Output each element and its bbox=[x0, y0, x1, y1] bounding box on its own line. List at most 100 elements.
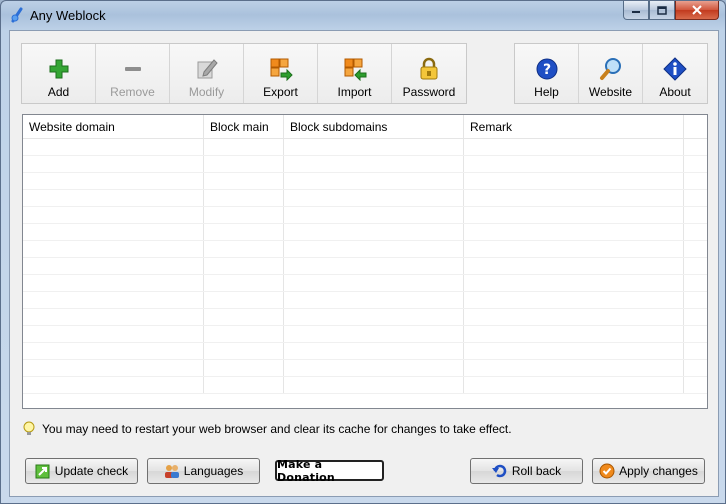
table-cell bbox=[23, 309, 204, 325]
apply-changes-button[interactable]: Apply changes bbox=[592, 458, 705, 484]
title-bar[interactable]: Any Weblock bbox=[1, 1, 725, 29]
toolbar-help: ? Help Website About bbox=[514, 43, 708, 104]
close-icon bbox=[692, 5, 702, 15]
column-website-domain[interactable]: Website domain bbox=[23, 115, 204, 138]
remove-button[interactable]: Remove bbox=[96, 44, 170, 103]
table-cell bbox=[284, 343, 464, 359]
table-row bbox=[23, 360, 707, 377]
table-row bbox=[23, 258, 707, 275]
table-cell bbox=[284, 258, 464, 274]
table-cell bbox=[464, 224, 684, 240]
table-cell bbox=[684, 292, 707, 308]
table-cell bbox=[684, 258, 707, 274]
table-cell bbox=[464, 173, 684, 189]
roll-back-label: Roll back bbox=[511, 464, 562, 478]
languages-button[interactable]: Languages bbox=[147, 458, 260, 484]
table-cell bbox=[464, 207, 684, 223]
toolbar-main: Add Remove Modify Export Import Password bbox=[21, 43, 467, 104]
table-cell bbox=[284, 241, 464, 257]
table-cell bbox=[204, 343, 284, 359]
restart-notice: You may need to restart your web browser… bbox=[22, 421, 512, 437]
table-cell bbox=[204, 241, 284, 257]
about-button[interactable]: About bbox=[643, 44, 707, 103]
website-button[interactable]: Website bbox=[579, 44, 643, 103]
maximize-button[interactable] bbox=[649, 1, 675, 20]
table-cell bbox=[23, 377, 204, 393]
table-cell bbox=[464, 343, 684, 359]
column-block-main[interactable]: Block main bbox=[204, 115, 284, 138]
table-cell bbox=[464, 156, 684, 172]
table-cell bbox=[464, 292, 684, 308]
apply-icon bbox=[599, 463, 615, 479]
table-row bbox=[23, 139, 707, 156]
window-title: Any Weblock bbox=[30, 8, 106, 23]
table-cell bbox=[23, 360, 204, 376]
svg-text:?: ? bbox=[542, 62, 550, 78]
website-label: Website bbox=[588, 85, 633, 99]
table-cell bbox=[684, 156, 707, 172]
list-body bbox=[23, 139, 707, 408]
donation-label: Make a Donation bbox=[277, 457, 335, 484]
table-cell bbox=[464, 309, 684, 325]
table-row bbox=[23, 343, 707, 360]
export-button[interactable]: Export bbox=[244, 44, 318, 103]
column-block-subdomains[interactable]: Block subdomains bbox=[284, 115, 464, 138]
close-button[interactable] bbox=[675, 1, 719, 20]
table-cell bbox=[204, 190, 284, 206]
table-cell bbox=[684, 360, 707, 376]
add-label: Add bbox=[47, 85, 70, 99]
help-button[interactable]: ? Help bbox=[515, 44, 579, 103]
table-cell bbox=[284, 275, 464, 291]
table-row bbox=[23, 377, 707, 394]
table-cell bbox=[684, 241, 707, 257]
help-label: Help bbox=[534, 85, 559, 99]
add-button[interactable]: Add bbox=[22, 44, 96, 103]
table-cell bbox=[284, 326, 464, 342]
table-cell bbox=[23, 173, 204, 189]
table-row bbox=[23, 224, 707, 241]
table-cell bbox=[23, 292, 204, 308]
table-cell bbox=[684, 343, 707, 359]
table-cell bbox=[23, 326, 204, 342]
pencil-icon bbox=[194, 56, 220, 82]
table-cell bbox=[684, 377, 707, 393]
notice-text: You may need to restart your web browser… bbox=[42, 422, 512, 436]
table-cell bbox=[204, 173, 284, 189]
languages-label: Languages bbox=[183, 464, 244, 478]
caption-buttons bbox=[623, 1, 719, 20]
table-cell bbox=[464, 241, 684, 257]
website-list[interactable]: Website domain Block main Block subdomai… bbox=[22, 114, 708, 409]
table-cell bbox=[204, 156, 284, 172]
minimize-icon bbox=[632, 11, 640, 13]
table-cell bbox=[284, 309, 464, 325]
column-remark[interactable]: Remark bbox=[464, 115, 684, 138]
table-row bbox=[23, 241, 707, 258]
roll-back-button[interactable]: Roll back bbox=[470, 458, 583, 484]
table-cell bbox=[284, 139, 464, 155]
minimize-button[interactable] bbox=[623, 1, 649, 20]
import-button[interactable]: Import bbox=[318, 44, 392, 103]
import-label: Import bbox=[337, 85, 372, 99]
password-label: Password bbox=[402, 85, 456, 99]
table-cell bbox=[284, 224, 464, 240]
minus-icon bbox=[120, 56, 146, 82]
app-window: Any Weblock Add Remove Modify Export Imp… bbox=[0, 0, 726, 504]
make-donation-button[interactable]: Make a Donation bbox=[275, 457, 384, 484]
table-cell bbox=[684, 326, 707, 342]
table-row bbox=[23, 190, 707, 207]
table-cell bbox=[23, 156, 204, 172]
table-cell bbox=[23, 190, 204, 206]
password-button[interactable]: Password bbox=[392, 44, 466, 103]
table-cell bbox=[23, 258, 204, 274]
people-icon bbox=[164, 465, 179, 478]
table-cell bbox=[284, 190, 464, 206]
table-cell bbox=[204, 275, 284, 291]
modify-button[interactable]: Modify bbox=[170, 44, 244, 103]
table-cell bbox=[464, 139, 684, 155]
export-label: Export bbox=[263, 85, 298, 99]
update-check-label: Update check bbox=[54, 464, 129, 478]
update-check-button[interactable]: Update check bbox=[25, 458, 138, 484]
table-cell bbox=[204, 258, 284, 274]
main-panel: Add Remove Modify Export Import Password… bbox=[9, 30, 719, 497]
table-cell bbox=[284, 360, 464, 376]
